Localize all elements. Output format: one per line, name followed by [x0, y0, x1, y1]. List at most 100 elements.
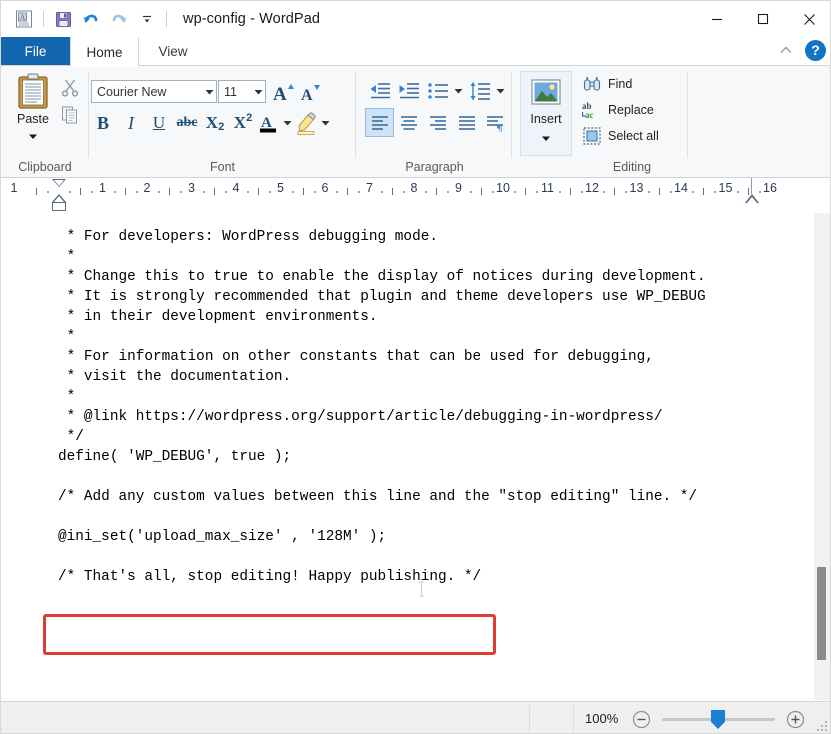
wordpad-app-icon[interactable]: A [10, 6, 38, 32]
bullets-button[interactable] [423, 76, 452, 105]
ruler-quarter-dot [581, 191, 583, 193]
chevron-up-icon[interactable] [775, 39, 797, 61]
line-spacing-button[interactable] [465, 76, 494, 105]
group-label-clipboard: Clipboard [18, 160, 72, 174]
redo-icon[interactable] [105, 6, 133, 32]
paste-icon [18, 73, 48, 109]
tab-home[interactable]: Home [70, 37, 139, 67]
ruler-number: 4 [232, 181, 240, 195]
document-line: * For information on other constants tha… [58, 349, 654, 365]
insert-dropdown-caret-icon[interactable] [540, 129, 552, 147]
subscript-button[interactable]: X2 [201, 109, 229, 137]
left-indent-marker[interactable] [52, 202, 66, 211]
ruler-half-tick [169, 188, 170, 195]
font-format-row: B I U abc X2 X2 A [89, 108, 331, 138]
customize-qat-icon[interactable] [133, 6, 161, 32]
align-right-button[interactable] [423, 108, 452, 137]
superscript-button[interactable]: X2 [229, 109, 257, 137]
bold-button[interactable]: B [89, 109, 117, 137]
binoculars-icon [582, 74, 602, 94]
vertical-scrollbar[interactable] [814, 213, 830, 700]
font-size-value: 11 [224, 84, 237, 99]
grow-font-button[interactable]: A [271, 79, 297, 104]
minimize-button[interactable] [694, 1, 740, 37]
ribbon-group-clipboard: Paste Clipboard [1, 66, 89, 178]
tab-view[interactable]: View [140, 37, 206, 66]
shrink-font-button[interactable]: A [298, 79, 324, 104]
paste-button[interactable]: Paste [8, 72, 58, 145]
align-left-button[interactable] [365, 108, 394, 137]
justify-button[interactable] [452, 108, 481, 137]
strikethrough-button[interactable]: abc [173, 109, 201, 137]
font-name-caret-icon[interactable] [202, 89, 216, 95]
svg-text:A: A [19, 13, 25, 22]
save-icon[interactable] [49, 6, 77, 32]
ruler-quarter-dot [47, 191, 49, 193]
copy-button[interactable] [57, 102, 83, 128]
highlight-color-button[interactable] [293, 109, 319, 137]
wordpad-window: A wp-config - WordPad File Home View ? P… [0, 0, 831, 734]
ruler-half-tick [659, 188, 660, 195]
ruler-number: 16 [763, 181, 777, 195]
cut-button[interactable] [57, 74, 83, 100]
title-bar: A wp-config - WordPad [1, 1, 830, 37]
insert-button[interactable]: Insert [520, 71, 572, 156]
document-line: * @link https://wordpress.org/support/ar… [58, 409, 663, 425]
zoom-level-label: 100% [585, 711, 619, 726]
font-name-combobox[interactable]: Courier New [91, 80, 217, 103]
ruler-quarter-dot [648, 191, 650, 193]
align-center-button[interactable] [394, 108, 423, 137]
highlighter-icon [297, 111, 316, 135]
bullets-caret-icon[interactable] [452, 88, 465, 94]
document-content[interactable]: * For developers: WordPress debugging mo… [58, 227, 798, 587]
decrease-indent-icon [370, 82, 390, 98]
maximize-button[interactable] [740, 1, 786, 37]
paragraph-settings-button[interactable]: ¶ [481, 108, 510, 137]
svg-text:¶: ¶ [497, 121, 503, 132]
close-button[interactable] [786, 1, 830, 37]
text-color-icon: A [260, 115, 276, 133]
resize-grip-icon[interactable] [817, 721, 829, 733]
scrollbar-thumb[interactable] [817, 567, 826, 660]
find-button[interactable]: Find [582, 72, 632, 96]
ruler[interactable]: 1 1 2 3 4 5 6 7 8 9 10 11 12 13 14 15 16 [1, 178, 830, 237]
highlight-color-caret-icon[interactable] [319, 109, 331, 137]
decrease-indent-button[interactable] [365, 76, 394, 105]
right-indent-marker-inner [747, 197, 757, 203]
text-color-button[interactable]: A [257, 109, 281, 137]
ruler-number: 8 [410, 181, 418, 195]
font-name-value: Courier New [97, 84, 167, 99]
zoom-slider-thumb[interactable] [711, 710, 725, 729]
document-blank-line [58, 547, 798, 567]
document-text-area[interactable]: * For developers: WordPress debugging mo… [1, 213, 830, 700]
paste-label: Paste [17, 112, 49, 126]
zoom-out-button[interactable] [632, 710, 651, 729]
paste-dropdown-caret-icon[interactable] [27, 127, 39, 145]
document-line: * in their development environments. [58, 309, 378, 325]
status-bar: 100% [1, 701, 830, 733]
select-all-label: Select all [608, 129, 659, 143]
text-color-caret-icon[interactable] [281, 109, 293, 137]
select-all-button[interactable]: Select all [582, 124, 659, 148]
help-icon[interactable]: ? [805, 39, 826, 61]
tab-file[interactable]: File [1, 37, 70, 66]
ruler-quarter-dot [269, 191, 271, 193]
ruler-scale[interactable]: 1 1 2 3 4 5 6 7 8 9 10 11 12 13 14 15 16 [1, 178, 830, 203]
font-size-caret-icon[interactable] [251, 89, 265, 95]
ruler-quarter-dot [114, 191, 116, 193]
ruler-number: 3 [188, 181, 195, 195]
undo-icon[interactable] [77, 6, 105, 32]
ruler-half-tick [703, 188, 704, 195]
document-line: @ini_set('upload_max_size' , '128M' ); [58, 529, 387, 545]
underline-button[interactable]: U [145, 109, 173, 137]
ruler-quarter-dot [714, 191, 716, 193]
group-divider [687, 72, 688, 158]
ruler-number: 2 [143, 181, 151, 195]
font-size-combobox[interactable]: 11 [218, 80, 266, 103]
line-spacing-caret-icon[interactable] [494, 88, 507, 94]
zoom-in-button[interactable] [786, 710, 805, 729]
svg-text:ac: ac [585, 110, 594, 119]
replace-button[interactable]: ab ac Replace [582, 98, 654, 122]
increase-indent-button[interactable] [394, 76, 423, 105]
italic-button[interactable]: I [117, 109, 145, 137]
